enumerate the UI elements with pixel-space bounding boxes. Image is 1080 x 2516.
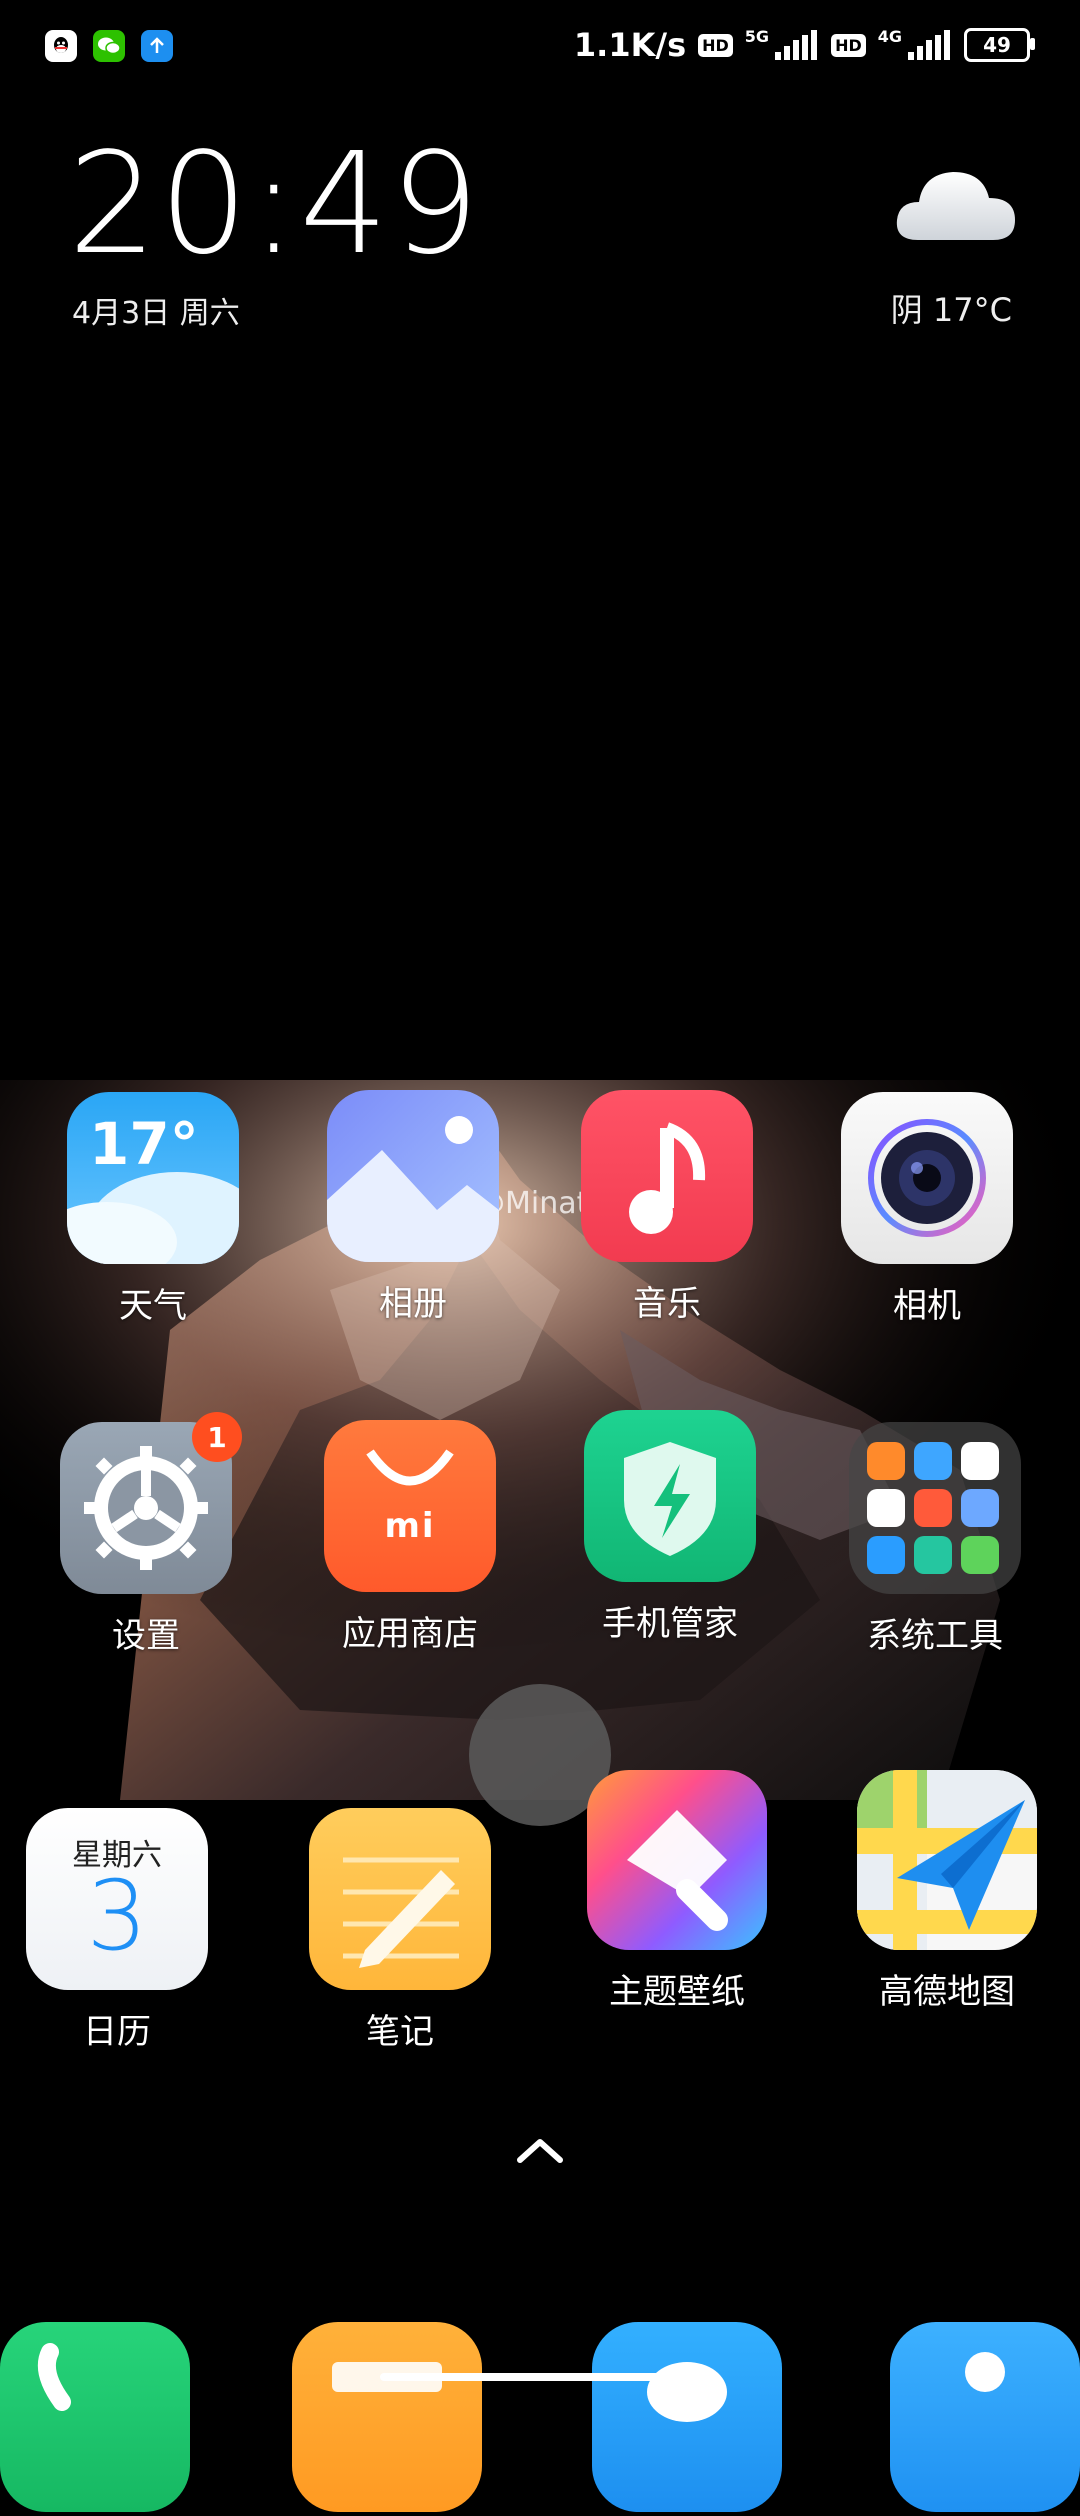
- map-icon: [857, 1770, 1037, 1950]
- app-label: 天气: [119, 1286, 187, 1326]
- app-label: 设置: [112, 1616, 180, 1656]
- app-store[interactable]: mi 应用商店: [310, 1420, 510, 1655]
- app-amap[interactable]: 高德地图: [847, 1770, 1047, 2013]
- themes-app-icon: [587, 1770, 767, 1950]
- chevron-up-icon[interactable]: [510, 2130, 570, 2170]
- calendar-app-icon: 星期六 3: [26, 1808, 208, 1990]
- app-weather[interactable]: 17° 天气: [53, 1092, 253, 1327]
- music-app-icon: [581, 1090, 753, 1262]
- notification-badge: 1: [192, 1412, 242, 1462]
- mini-app-icon: [961, 1536, 999, 1574]
- hd-badge-2: HD: [831, 33, 866, 57]
- shield-icon: [624, 1442, 716, 1556]
- home-indicator[interactable]: [380, 2373, 700, 2381]
- mini-app-icon: [961, 1442, 999, 1480]
- app-label: 笔记: [366, 2012, 434, 2052]
- security-app-icon: [584, 1410, 756, 1582]
- weather-text[interactable]: 阴 17°C: [891, 285, 1012, 331]
- mi-logo: mi: [384, 1506, 436, 1546]
- network-speed: 1.1K/s: [573, 26, 687, 64]
- battery-icon: 49: [964, 28, 1035, 62]
- app-label: 应用商店: [342, 1614, 478, 1654]
- dock-contacts-icon[interactable]: [890, 2322, 1080, 2512]
- clock-time[interactable]: 20:49: [68, 135, 481, 275]
- app-themes[interactable]: 主题壁纸: [577, 1770, 777, 2013]
- folder-icon: [849, 1422, 1021, 1594]
- app-settings[interactable]: 1 设置: [46, 1412, 246, 1657]
- folder-system-tools[interactable]: 系统工具: [835, 1422, 1035, 1657]
- mini-app-icon: [867, 1442, 905, 1480]
- app-label: 主题壁纸: [609, 1972, 745, 2012]
- app-security[interactable]: 手机管家: [570, 1410, 770, 1645]
- mini-app-icon: [867, 1536, 905, 1574]
- amap-app-icon: [857, 1770, 1037, 1950]
- dock-messages-icon[interactable]: [592, 2322, 782, 2512]
- wechat-icon: [93, 30, 125, 62]
- app-label: 手机管家: [602, 1604, 738, 1644]
- camera-app-icon: [841, 1092, 1013, 1264]
- paintbrush-icon: [627, 1810, 728, 1931]
- qq-icon: [45, 30, 77, 62]
- mini-app-icon: [867, 1489, 905, 1527]
- app-music[interactable]: 音乐: [567, 1090, 767, 1325]
- status-indicators: 1.1K/s HD 5G HD 4G 49: [573, 26, 1035, 64]
- app-label: 音乐: [633, 1284, 701, 1324]
- hd-badge: HD: [698, 33, 733, 57]
- notes-app-icon: [309, 1808, 491, 1990]
- app-label: 高德地图: [879, 1972, 1015, 2012]
- pencil-icon: [343, 1857, 459, 1968]
- app-label: 相册: [379, 1284, 447, 1324]
- app-calendar[interactable]: 星期六 3 日历: [17, 1808, 217, 2053]
- dock-files-icon[interactable]: [292, 2322, 482, 2512]
- clock-date[interactable]: 4月3日 周六: [72, 288, 240, 332]
- app-store-icon: mi: [324, 1420, 496, 1592]
- app-notes[interactable]: 笔记: [300, 1808, 500, 2053]
- app-camera[interactable]: 相机: [827, 1092, 1027, 1327]
- network-type-4g: 4G: [877, 26, 902, 46]
- gallery-app-icon: [327, 1090, 499, 1262]
- calendar-day: 3: [86, 1860, 148, 1972]
- mini-app-icon: [914, 1489, 952, 1527]
- signal-icon-2: [908, 30, 950, 60]
- app-gallery[interactable]: 相册: [313, 1090, 513, 1325]
- battery-level: 49: [983, 33, 1011, 57]
- mini-app-icon: [961, 1489, 999, 1527]
- app-label: 日历: [83, 2012, 151, 2052]
- app-label: 系统工具: [867, 1616, 1003, 1656]
- app-label: 相机: [893, 1286, 961, 1326]
- notification-icons: [45, 30, 173, 62]
- dock-phone-icon[interactable]: [0, 2322, 190, 2512]
- network-type-5g: 5G: [744, 26, 770, 46]
- mini-app-icon: [914, 1442, 952, 1480]
- weather-app-icon: 17°: [67, 1092, 239, 1264]
- upload-icon: [141, 30, 173, 62]
- signal-icon: [775, 30, 818, 60]
- mini-app-icon: [914, 1536, 952, 1574]
- cloud-icon[interactable]: [893, 160, 1018, 245]
